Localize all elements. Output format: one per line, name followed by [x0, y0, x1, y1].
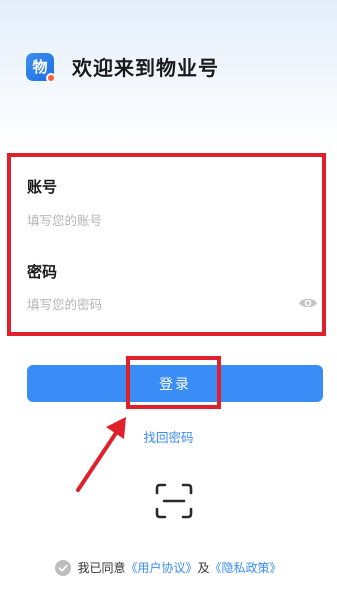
agreement-row: 我已同意 《用户协议》 及 《隐私政策》 [0, 559, 337, 576]
app-logo-char: 物 [32, 58, 48, 76]
account-label: 账号 [27, 178, 58, 196]
page-header: 物 欢迎来到物业号 [26, 52, 219, 83]
logo-badge-dot [46, 72, 56, 83]
agreement-prefix: 我已同意 [77, 561, 126, 575]
red-arrow-annotation [76, 417, 126, 492]
privacy-policy-link[interactable]: 《隐私政策》 [210, 559, 282, 576]
account-input[interactable] [27, 209, 322, 231]
agreement-conjunction: 及 [197, 561, 210, 575]
password-input[interactable] [27, 293, 287, 315]
app-logo-icon: 物 [26, 52, 56, 83]
login-highlight-box [126, 356, 221, 409]
checkmark-circle-icon[interactable] [55, 559, 72, 576]
scan-icon[interactable] [154, 483, 194, 519]
forgot-password-link[interactable]: 找回密码 [0, 427, 337, 446]
password-label: 密码 [27, 263, 58, 281]
user-agreement-link[interactable]: 《用户协议》 [125, 559, 197, 576]
welcome-title: 欢迎来到物业号 [72, 56, 219, 80]
eye-icon[interactable] [298, 296, 318, 310]
